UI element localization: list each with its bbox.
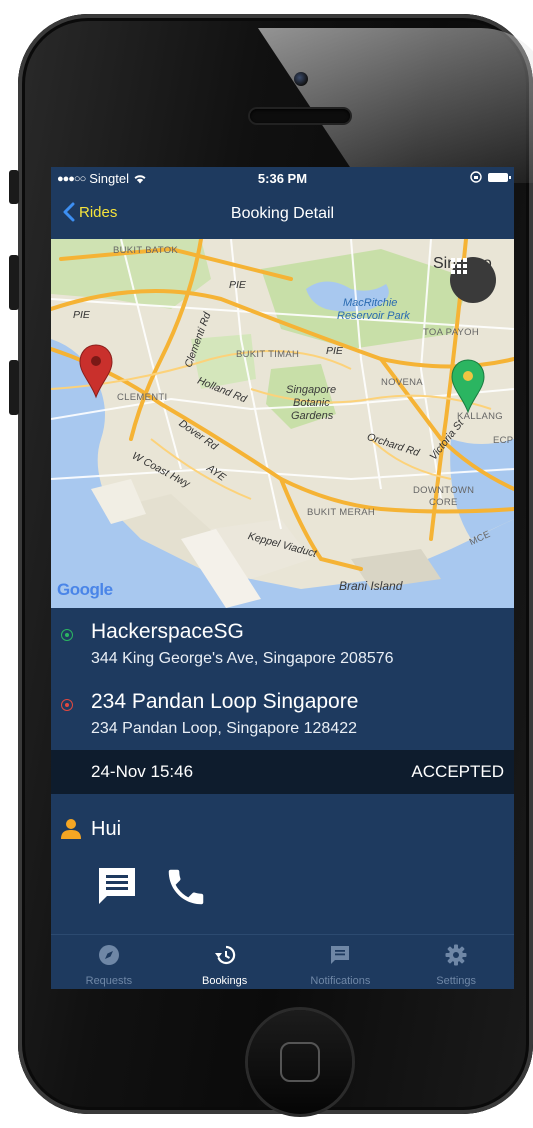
map-label-macritchie: MacRitchie: [343, 297, 398, 309]
call-button[interactable]: [163, 864, 209, 910]
home-square-icon: [280, 1042, 320, 1082]
route-map[interactable]: BUKIT BATOK Singapo PIE PIE PIE MacRitch…: [51, 239, 514, 608]
tab-label-bookings: Bookings: [201, 975, 248, 987]
pickup-pin-icon[interactable]: [451, 358, 485, 414]
tab-label-notifications: Notifications: [310, 975, 371, 987]
page-title: Booking Detail: [230, 205, 335, 222]
status-time: 5:36 PM: [257, 171, 308, 186]
tab-label-requests: Requests: [85, 975, 133, 987]
locations-panel: HackerspaceSG 344 King George's Ave, Sin…: [51, 608, 514, 750]
tab-bar: Requests Bookings Notifications Settings: [51, 934, 514, 989]
google-logo: Google: [57, 580, 113, 600]
tab-label-settings: Settings: [436, 975, 476, 987]
tab-requests[interactable]: Requests: [51, 935, 167, 989]
map-label-clementi: CLEMENTI: [117, 392, 168, 403]
map-label-pie-3: PIE: [326, 345, 343, 357]
map-label-bukit-timah: BUKIT TIMAH: [236, 349, 300, 360]
map-label-pie-1: PIE: [229, 279, 246, 291]
volume-down-button: [9, 360, 19, 415]
map-label-botanic-2: Botanic: [293, 397, 330, 409]
pickup-name: HackerspaceSG: [91, 620, 244, 643]
map-label-ecp: ECP: [493, 435, 514, 446]
history-icon: [214, 945, 235, 965]
home-button[interactable]: [248, 1010, 352, 1114]
rider-name: Hui: [91, 818, 122, 840]
pickup-address: 344 King George's Ave, Singapore 208576: [91, 650, 394, 667]
pickup-dot-icon: [61, 629, 73, 641]
tab-settings[interactable]: Settings: [398, 935, 514, 989]
rider-section: Hui: [51, 794, 514, 934]
chat-button[interactable]: [95, 864, 139, 908]
map-label-novena: NOVENA: [381, 377, 423, 388]
pickup-location[interactable]: HackerspaceSG 344 King George's Ave, Sin…: [51, 618, 514, 678]
booking-status-bar: 24-Nov 15:46 ACCEPTED: [51, 750, 514, 794]
volume-up-button: [9, 255, 19, 310]
battery-icon: [488, 172, 511, 182]
dropoff-location[interactable]: 234 Pandan Loop Singapore 234 Pandan Loo…: [51, 688, 514, 748]
grid-icon: [451, 258, 467, 274]
tab-notifications[interactable]: Notifications: [283, 935, 399, 989]
dropoff-dot-icon: [61, 699, 73, 711]
map-label-bukit-merah: BUKIT MERAH: [307, 507, 376, 518]
tab-bookings[interactable]: Bookings: [167, 935, 283, 989]
map-label-botanic-1: Singapore: [286, 384, 337, 396]
dropoff-address: 234 Pandan Loop, Singapore 128422: [91, 720, 358, 737]
navigation-bar: Rides Booking Detail: [51, 189, 514, 239]
booking-datetime: 24-Nov 15:46: [91, 762, 194, 781]
compass-icon: [98, 945, 119, 965]
status-bar: ●●●○○ Singtel 5:36 PM: [51, 167, 514, 189]
dropoff-pin-icon[interactable]: [79, 343, 113, 399]
mute-switch: [9, 170, 19, 204]
map-grid-button[interactable]: [450, 257, 496, 303]
map-canvas: [51, 239, 514, 608]
camera-icon: [294, 72, 308, 86]
gear-icon: [445, 944, 467, 966]
app-screen: ●●●○○ Singtel 5:36 PM Rides Booking Deta…: [51, 167, 514, 989]
map-label-core: CORE: [429, 497, 458, 508]
map-label-toa-payoh: TOA PAYOH: [423, 327, 480, 338]
map-label-pie-2: PIE: [73, 309, 90, 321]
map-label-brani-island: Brani Island: [339, 579, 403, 593]
google-logo-text: Google: [57, 580, 113, 599]
message-icon: [331, 946, 350, 964]
phone-glare: [258, 28, 533, 183]
status-right: [470, 171, 511, 183]
speaker-grille: [250, 109, 350, 123]
map-label-bukit-batok: BUKIT BATOK: [113, 245, 179, 256]
rotation-lock-icon: [470, 171, 482, 183]
map-label-downtown: DOWNTOWN: [413, 485, 475, 496]
map-label-botanic-3: Gardens: [291, 410, 334, 422]
booking-status: ACCEPTED: [411, 762, 504, 781]
user-icon: [61, 819, 81, 839]
dropoff-name: 234 Pandan Loop Singapore: [91, 690, 359, 713]
map-label-reservoir-park: Reservoir Park: [337, 310, 410, 322]
